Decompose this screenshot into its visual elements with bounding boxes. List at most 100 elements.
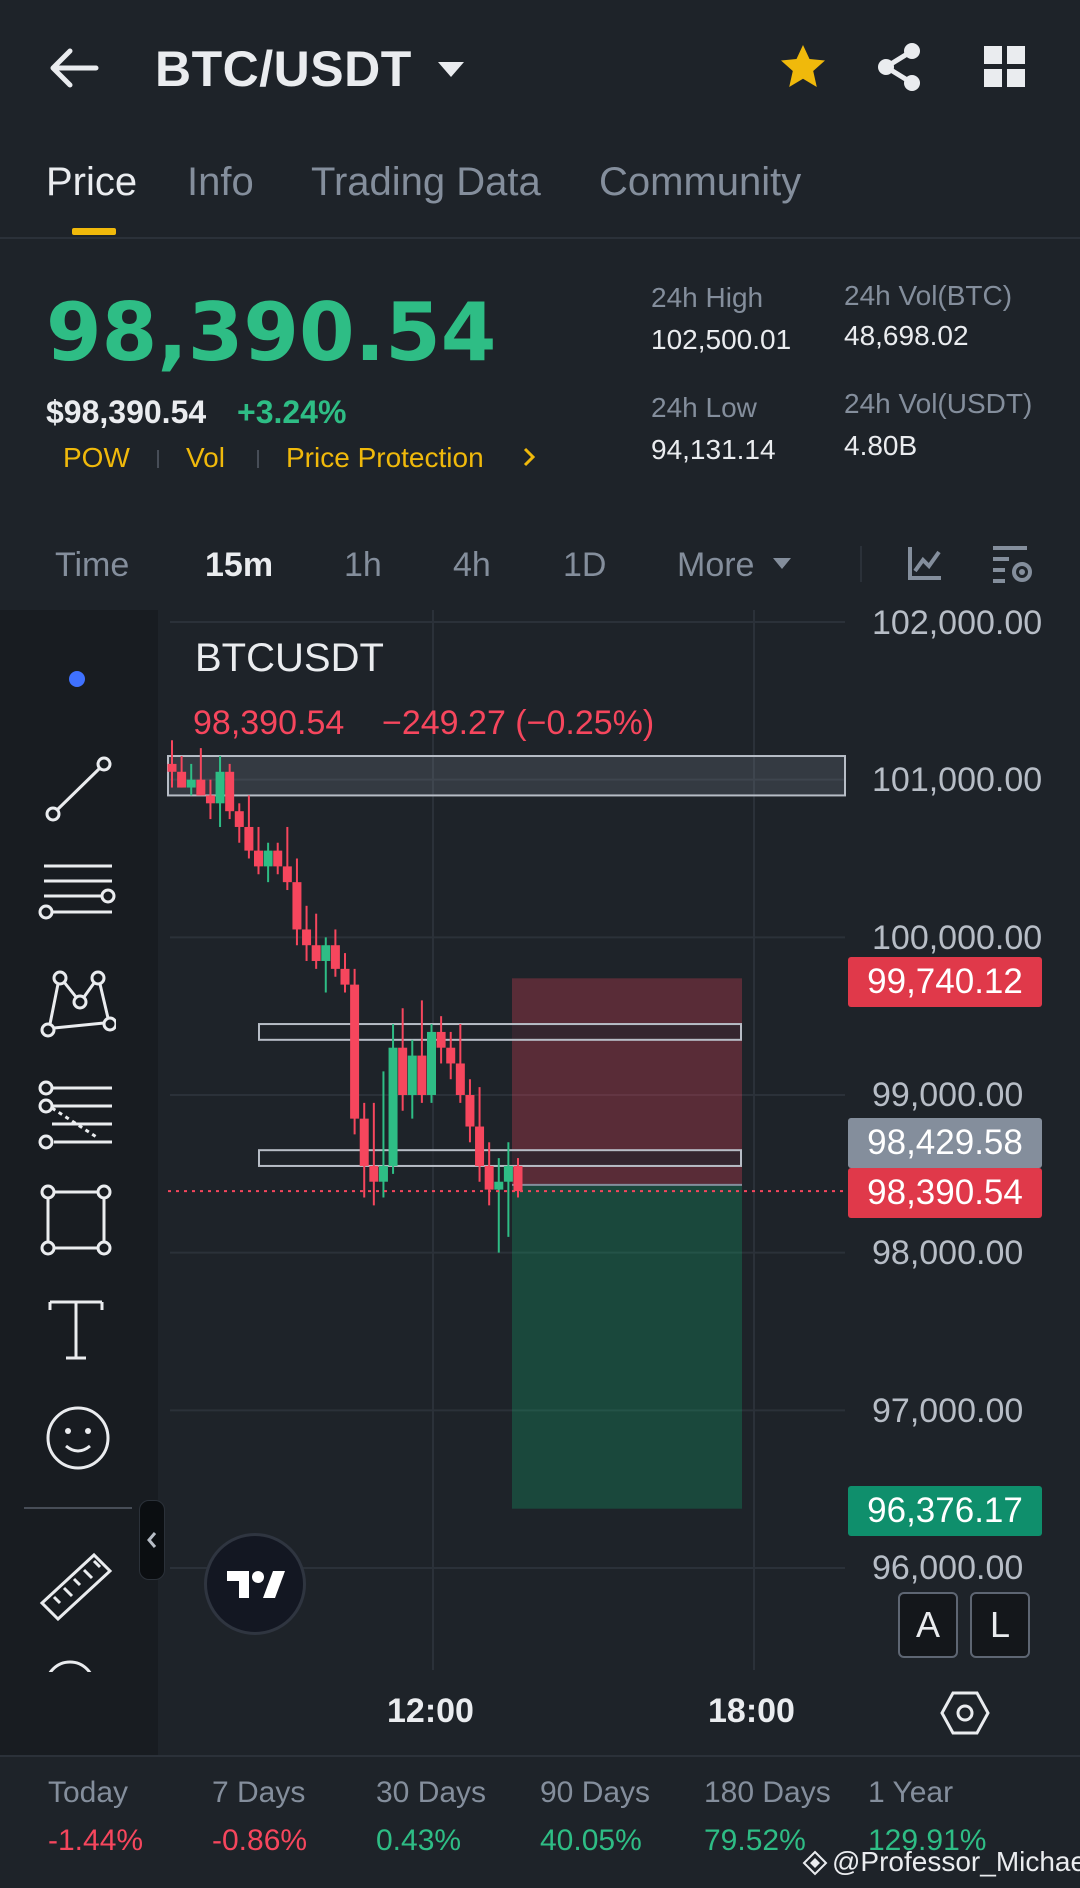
candle-body — [302, 929, 312, 946]
candle-body — [398, 1047, 408, 1095]
back-arrow-icon[interactable] — [44, 38, 104, 98]
grid-icon[interactable] — [984, 46, 1026, 93]
stat-vol-btc-label: 24h Vol(BTC) — [844, 280, 1013, 311]
candle-body — [234, 811, 244, 827]
emoji-icon[interactable] — [36, 1398, 124, 1478]
chevron-right-icon[interactable] — [521, 446, 537, 473]
zone-box — [258, 1023, 742, 1041]
caret-down-icon[interactable] — [436, 60, 466, 85]
log-scale-button[interactable]: L — [970, 1592, 1030, 1658]
fiat-price: $98,390.54 — [46, 394, 207, 430]
chart-symbol: BTCUSDT — [195, 636, 384, 680]
candle-body — [388, 1047, 398, 1166]
perf-label-180d: 180 Days — [704, 1776, 831, 1809]
price-change-percent: +3.24% — [237, 394, 347, 430]
text-tool-icon[interactable] — [36, 1292, 124, 1372]
candle-body — [273, 850, 283, 867]
candle-body — [330, 945, 340, 969]
stat-low-value: 94,131.14 — [651, 434, 776, 465]
auto-scale-button[interactable]: A — [898, 1592, 958, 1658]
interval-more[interactable]: More — [677, 546, 754, 585]
tag-pow[interactable]: POW — [63, 442, 130, 474]
tradingview-logo-icon[interactable] — [204, 1533, 306, 1635]
candle-body — [350, 984, 360, 1119]
candle-body — [359, 1118, 369, 1166]
candle-body — [378, 1165, 388, 1182]
candle-body — [282, 866, 292, 883]
y-tick-label: 101,000.00 — [872, 761, 1043, 799]
tag-price-protection[interactable]: Price Protection — [286, 442, 484, 474]
stat-low-label: 24h Low — [651, 392, 757, 423]
y-tick-label: 98,000.00 — [872, 1234, 1024, 1272]
trend-line-icon[interactable] — [36, 748, 124, 828]
divider — [24, 1507, 132, 1509]
perf-value-30d: 0.43% — [376, 1824, 462, 1857]
candle-body — [369, 1165, 379, 1182]
stat-high-label: 24h High — [651, 282, 764, 313]
perf-value-7d: -0.86% — [212, 1824, 308, 1857]
interval-1h[interactable]: 1h — [344, 546, 382, 585]
candle-body — [292, 882, 302, 930]
x-tick-label: 12:00 — [387, 1692, 474, 1730]
divider — [860, 546, 862, 582]
candle-body — [503, 1165, 513, 1182]
stat-vol-usdt-value: 4.80B — [844, 430, 918, 461]
hexagon-settings-icon[interactable] — [940, 1690, 990, 1741]
caret-down-icon[interactable] — [772, 557, 792, 576]
watermark: @Professor_Michael — [832, 1846, 1080, 1877]
stat-vol-usdt-label: 24h Vol(USDT) — [844, 388, 1033, 419]
take-profit-zone — [512, 1184, 742, 1509]
candle-body — [225, 771, 235, 812]
tab-price[interactable]: Price — [46, 160, 137, 205]
candle-body — [196, 779, 206, 796]
horizontal-lines-icon[interactable] — [36, 856, 124, 936]
divider — [0, 237, 1080, 239]
candle-body — [263, 850, 273, 867]
tag-separator — [257, 450, 259, 468]
indicator-icon[interactable] — [906, 544, 944, 587]
chart-legend-price: 98,390.54 — [193, 704, 345, 742]
tab-trading-data[interactable]: Trading Data — [311, 160, 541, 205]
perf-label-today: Today — [48, 1776, 129, 1809]
interval-time[interactable]: Time — [55, 546, 129, 585]
interval-15m[interactable]: 15m — [205, 546, 273, 585]
perf-value-90d: 40.05% — [540, 1824, 642, 1857]
divider — [0, 1755, 1080, 1757]
star-icon[interactable] — [778, 42, 828, 97]
tab-info[interactable]: Info — [187, 160, 254, 205]
stat-high-value: 102,500.01 — [651, 324, 792, 355]
fib-retracement-icon[interactable] — [36, 1076, 124, 1156]
candle-body — [417, 1055, 427, 1095]
perf-label-1y: 1 Year — [868, 1776, 954, 1809]
candle-body — [215, 771, 225, 804]
candle-body — [254, 850, 263, 867]
y-tick-label: 96,000.00 — [872, 1549, 1024, 1587]
chart-settings-icon[interactable] — [991, 542, 1035, 591]
tag-vol[interactable]: Vol — [186, 442, 225, 474]
candle-body — [455, 1063, 465, 1095]
take-profit-price-tag: 96,376.17 — [848, 1486, 1042, 1536]
interval-1d[interactable]: 1D — [563, 546, 606, 585]
candle-body — [475, 1126, 485, 1166]
y-tick-label: 99,000.00 — [872, 1076, 1024, 1114]
rectangle-icon[interactable] — [36, 1180, 124, 1260]
tab-community[interactable]: Community — [599, 160, 801, 205]
active-tab-indicator — [72, 228, 116, 235]
zone-box — [167, 755, 846, 797]
pattern-icon[interactable] — [36, 966, 124, 1046]
pair-title[interactable]: BTC/USDT — [155, 40, 412, 98]
interval-4h[interactable]: 4h — [453, 546, 491, 585]
tag-separator — [157, 450, 159, 468]
candle-body — [186, 779, 196, 788]
candle-body — [407, 1055, 417, 1095]
ruler-icon[interactable] — [36, 1541, 124, 1622]
y-tick-label: 100,000.00 — [872, 919, 1043, 957]
candle-body — [446, 1047, 456, 1064]
zone-box — [258, 1149, 742, 1167]
perf-label-90d: 90 Days — [540, 1776, 651, 1809]
last-price-tag: 98,390.54 — [848, 1168, 1042, 1218]
share-icon[interactable] — [876, 42, 922, 97]
candle-body — [484, 1165, 494, 1190]
toolbar-collapse-handle[interactable] — [139, 1500, 165, 1580]
binance-diamond-icon — [802, 1850, 828, 1881]
